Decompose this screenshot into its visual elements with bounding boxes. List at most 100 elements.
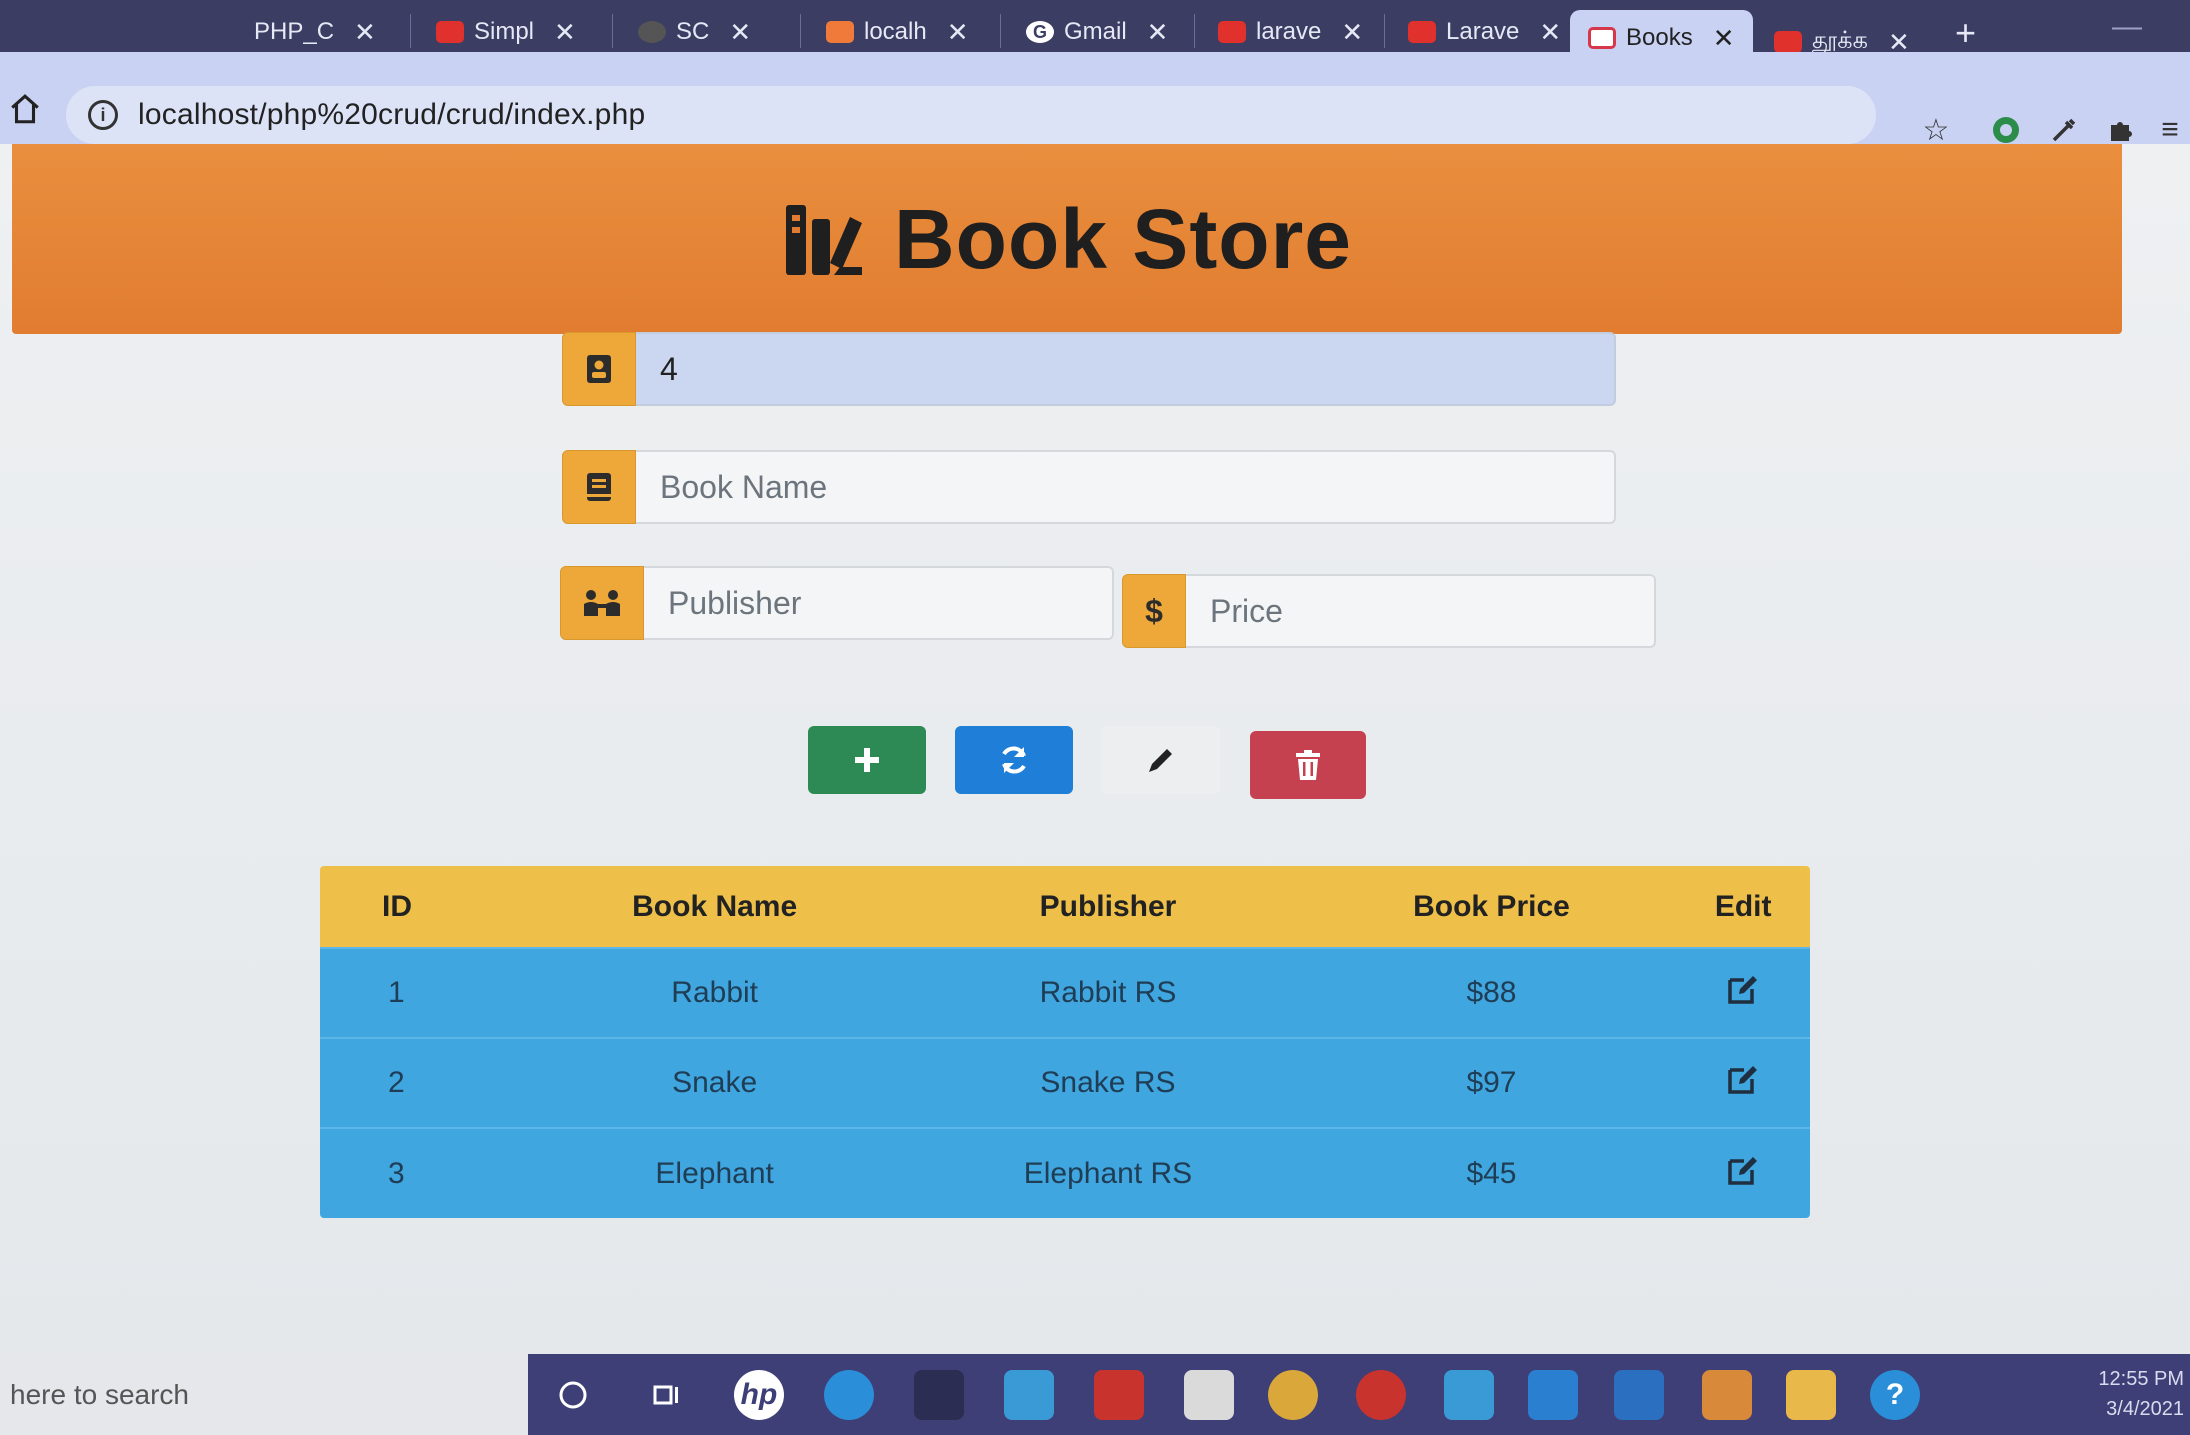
cell-id: 3: [320, 1127, 520, 1218]
tab-label: PHP_C: [254, 18, 335, 45]
task-view-icon[interactable]: [640, 1370, 690, 1420]
id-input-group: [562, 332, 1616, 406]
vscode-icon[interactable]: [1614, 1370, 1664, 1420]
edit-row-icon[interactable]: [1726, 1153, 1760, 1187]
cell-price: $88: [1306, 947, 1677, 1038]
browser-toolbar: i localhost/php%20crud/crud/index.php ☆ …: [0, 52, 2190, 147]
column-header-book-price: Book Price: [1306, 866, 1677, 948]
book-icon: [562, 450, 636, 524]
header-banner: Book Store: [12, 144, 2122, 334]
column-header-book-name: Book Name: [520, 866, 910, 948]
column-header-edit: Edit: [1676, 866, 1810, 948]
close-icon[interactable]: ✕: [1341, 17, 1363, 48]
publisher-field[interactable]: [644, 566, 1114, 640]
tab-label: Larave: [1446, 18, 1520, 45]
page-title: Book Store: [893, 191, 1353, 286]
youtube-icon: [436, 21, 464, 43]
xampp-taskbar-icon[interactable]: [1702, 1370, 1752, 1420]
close-icon[interactable]: ✕: [729, 17, 751, 48]
book-pen-icon: [785, 205, 862, 275]
google-icon: G: [1026, 21, 1054, 43]
app-icon[interactable]: [1444, 1370, 1494, 1420]
publisher-input-group: [560, 566, 1114, 640]
delete-button[interactable]: [1250, 731, 1366, 799]
add-button[interactable]: [808, 726, 926, 794]
close-icon[interactable]: ✕: [554, 17, 576, 48]
edge-icon[interactable]: [824, 1370, 874, 1420]
hp-icon[interactable]: hp: [734, 1370, 784, 1420]
id-field[interactable]: [636, 332, 1616, 406]
taskbar-search[interactable]: here to search: [0, 1354, 528, 1435]
book-name-input-group: [562, 450, 1616, 524]
close-icon[interactable]: ✕: [947, 17, 969, 48]
tab-label: localh: [864, 18, 927, 45]
tab-separator: [800, 14, 801, 48]
search-placeholder: here to search: [10, 1378, 189, 1410]
tab-label: Simpl: [474, 18, 535, 45]
cell-id: 2: [320, 1037, 520, 1128]
tab-separator: [612, 14, 613, 48]
feather-app-icon[interactable]: [1004, 1370, 1054, 1420]
camera-app-icon[interactable]: [914, 1370, 964, 1420]
puzzle-icon[interactable]: [2102, 112, 2138, 148]
zoom-icon[interactable]: [1528, 1370, 1578, 1420]
close-icon[interactable]: ✕: [1539, 17, 1561, 48]
column-header-id: ID: [320, 866, 520, 948]
help-icon[interactable]: ?: [1870, 1370, 1920, 1420]
file-explorer-icon[interactable]: [1786, 1370, 1836, 1420]
chrome-icon[interactable]: [1268, 1370, 1318, 1420]
reading-list-icon[interactable]: ≡: [2152, 112, 2188, 148]
store-icon[interactable]: [1184, 1370, 1234, 1420]
cell-id: 1: [320, 947, 520, 1038]
table-row[interactable]: 3 Elephant Elephant RS $45: [320, 1127, 1810, 1218]
trash-icon: [1296, 750, 1320, 780]
info-icon[interactable]: i: [88, 100, 118, 130]
address-bar[interactable]: i localhost/php%20crud/crud/index.php: [66, 86, 1876, 144]
book-name-field[interactable]: [636, 450, 1616, 524]
cell-book-name: Elephant: [520, 1127, 910, 1218]
windows-taskbar: here to search hp ? 12:55 PM 3/4/2021: [0, 1354, 2190, 1435]
tab-separator: [1194, 14, 1195, 48]
books-table: ID Book Name Publisher Book Price Edit 1…: [320, 866, 1810, 1218]
cell-edit: [1676, 1127, 1810, 1218]
pencil-icon: [1149, 749, 1172, 772]
url-text: localhost/php%20crud/crud/index.php: [138, 98, 646, 131]
price-field[interactable]: [1186, 574, 1656, 648]
column-header-publisher: Publisher: [909, 866, 1307, 948]
xampp-icon: [826, 21, 854, 43]
clock-date: 3/4/2021: [2106, 1398, 2184, 1420]
close-icon[interactable]: ✕: [1713, 23, 1735, 54]
new-tab-icon[interactable]: +: [1955, 12, 1976, 54]
tab-label: SC: [676, 18, 710, 45]
cell-publisher: Rabbit RS: [909, 947, 1307, 1038]
site-icon: [638, 21, 666, 43]
cortana-icon[interactable]: [548, 1370, 598, 1420]
table-row[interactable]: 1 Rabbit Rabbit RS $88: [320, 947, 1810, 1038]
cell-edit: [1676, 947, 1810, 1038]
home-icon[interactable]: [6, 92, 44, 126]
tab-separator: [1000, 14, 1001, 48]
eyedropper-icon[interactable]: [2046, 112, 2082, 148]
cell-price: $97: [1306, 1037, 1677, 1128]
dollar-icon: $: [1122, 574, 1186, 648]
opera-icon[interactable]: [1356, 1370, 1406, 1420]
close-icon[interactable]: ✕: [354, 17, 376, 48]
table-row[interactable]: 2 Snake Snake RS $97: [320, 1037, 1810, 1128]
youtube-icon: [1774, 31, 1802, 53]
acrobat-icon[interactable]: [1094, 1370, 1144, 1420]
id-badge-icon: [562, 332, 636, 406]
star-icon[interactable]: ☆: [1918, 112, 1954, 148]
close-icon[interactable]: ✕: [1147, 17, 1169, 48]
youtube-icon: [1218, 21, 1246, 43]
refresh-button[interactable]: [955, 726, 1073, 794]
tab-label: larave: [1256, 18, 1322, 45]
cell-publisher: Snake RS: [909, 1037, 1307, 1128]
edit-button[interactable]: [1102, 726, 1220, 794]
price-input-group: $: [1122, 574, 1656, 648]
cell-publisher: Elephant RS: [909, 1127, 1307, 1218]
minimize-icon[interactable]: —: [2112, 10, 2142, 44]
edit-row-icon[interactable]: [1726, 972, 1760, 1006]
edit-row-icon[interactable]: [1726, 1062, 1760, 1096]
extension-circle-icon[interactable]: [1988, 112, 2024, 148]
system-tray-clock[interactable]: 12:55 PM 3/4/2021: [2098, 1364, 2184, 1424]
